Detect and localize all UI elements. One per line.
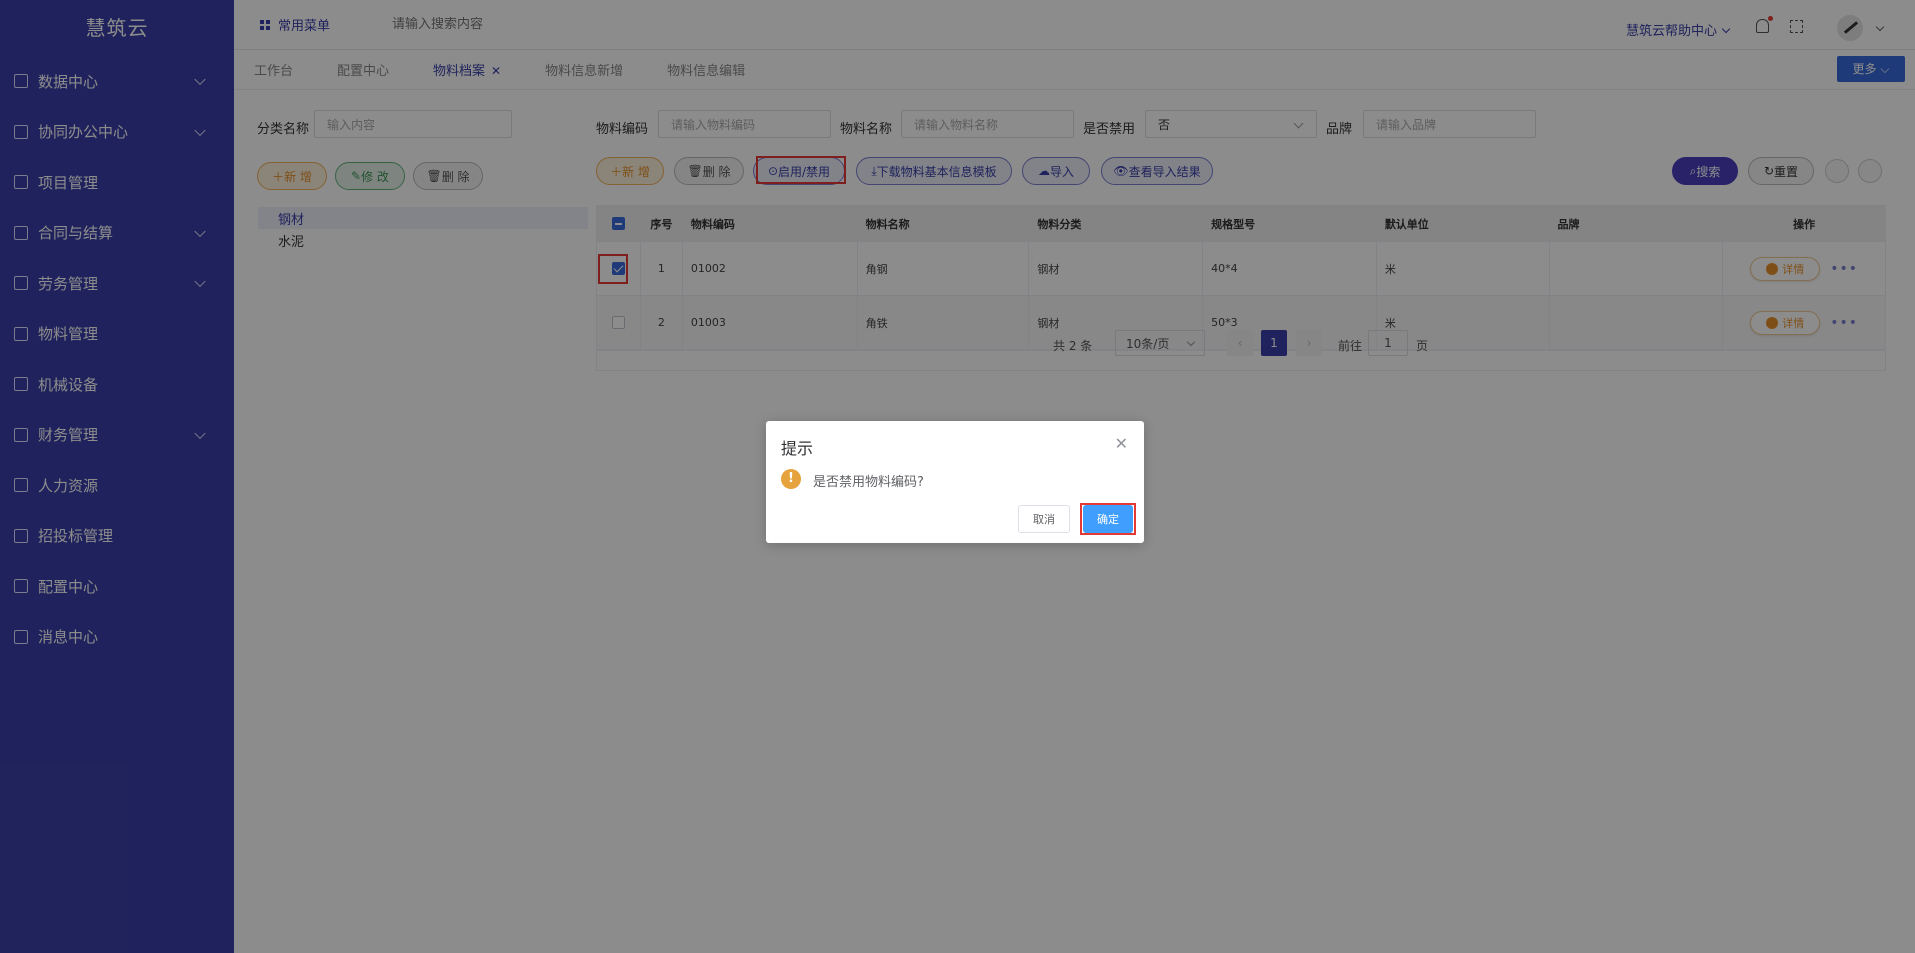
highlight-confirm [1080, 503, 1136, 535]
close-icon[interactable]: ✕ [1115, 434, 1128, 453]
app-root: 慧筑云 数据中心 协同办公中心 项目管理 合同与结算 劳务管理 物料管理 机械设备 财务管理人… [0, 0, 1915, 953]
confirm-dialog: 提示 ✕ ! 是否禁用物料编码? 取消 确定 [766, 421, 1144, 543]
cancel-button[interactable]: 取消 [1018, 505, 1070, 533]
warning-icon: ! [781, 469, 801, 489]
dialog-message: 是否禁用物料编码? [813, 475, 924, 490]
dialog-title: 提示 [781, 439, 814, 458]
